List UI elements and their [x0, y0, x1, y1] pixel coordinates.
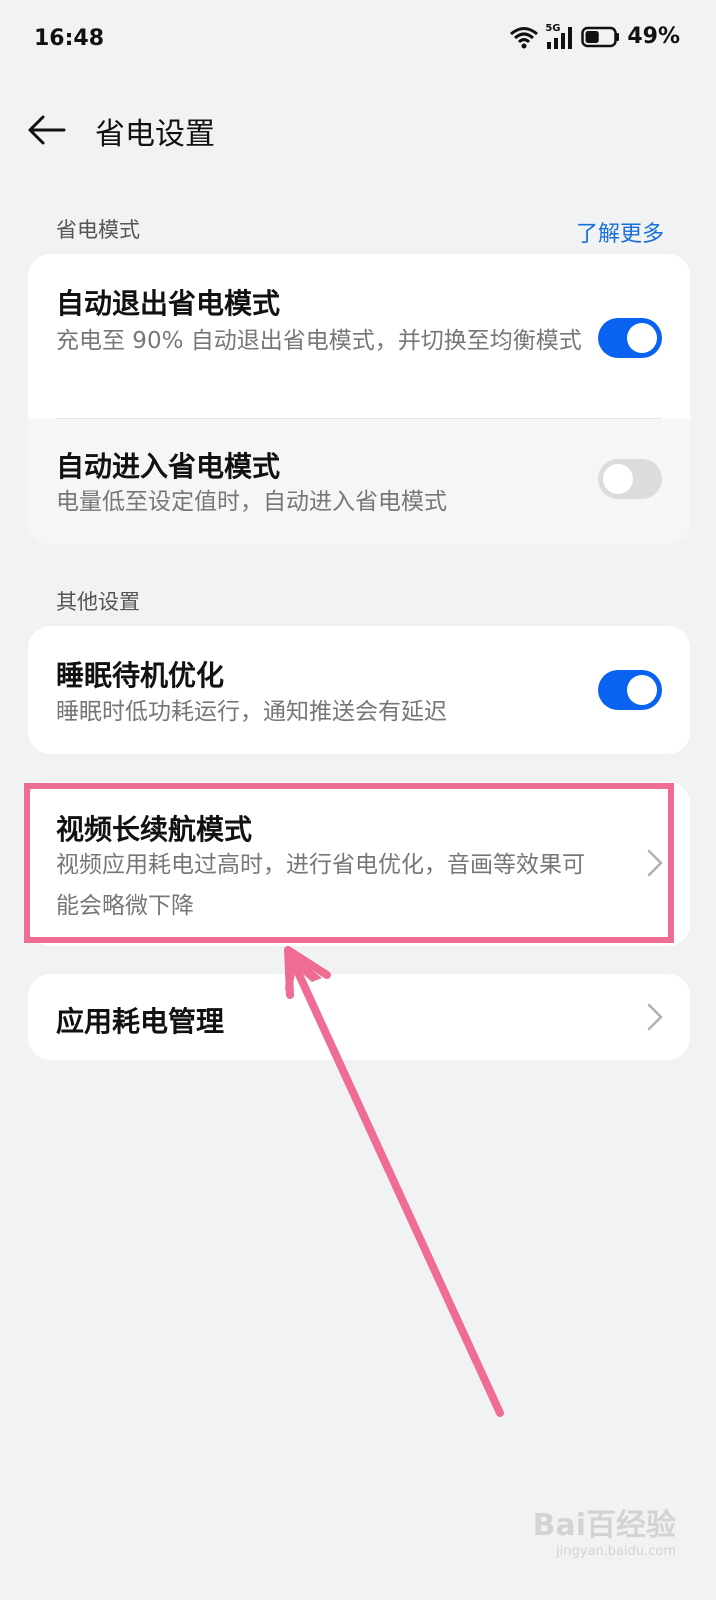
watermark-url: jingyan.baidu.com — [556, 1544, 676, 1559]
app-power-management-row[interactable]: 应用耗电管理 — [28, 974, 690, 1060]
back-arrow-icon[interactable] — [26, 113, 66, 147]
watermark: Bai百经验 jingyan.baidu.com — [533, 1500, 676, 1559]
battery-icon — [581, 26, 620, 47]
signal-icon: 5G — [545, 23, 575, 49]
section-label-other: 其他设置 — [56, 590, 140, 614]
watermark-logo: Bai百经验 — [532, 1508, 676, 1543]
status-time: 16:48 — [34, 26, 105, 51]
learn-more-link[interactable]: 了解更多 — [576, 216, 664, 248]
row-description: 电量低至设定值时，自动进入省电模式 — [56, 489, 447, 515]
app-header: 省电设置 — [0, 95, 716, 165]
highlight-box — [24, 783, 674, 943]
sleep-standby-row[interactable]: 睡眠待机优化 睡眠时低功耗运行，通知推送会有延迟 — [28, 626, 690, 754]
status-bar: 16:48 5G 49% — [0, 0, 716, 80]
section-label-power-mode: 省电模式 — [56, 218, 140, 242]
status-icons: 5G 49% — [509, 23, 680, 49]
row-title: 自动退出省电模式 — [56, 287, 281, 320]
auto-exit-power-saving-row[interactable]: 自动退出省电模式 充电至 90% 自动退出省电模式，并切换至均衡模式 — [28, 254, 690, 417]
toggle-knob — [627, 323, 657, 353]
sleep-standby-card: 睡眠待机优化 睡眠时低功耗运行，通知推送会有延迟 — [28, 626, 690, 754]
power-mode-card: 自动退出省电模式 充电至 90% 自动退出省电模式，并切换至均衡模式 自动进入省… — [28, 254, 690, 544]
auto-enter-power-saving-row[interactable]: 自动进入省电模式 电量低至设定值时，自动进入省电模式 — [28, 419, 690, 544]
app-power-card: 应用耗电管理 — [28, 974, 690, 1060]
row-description: 睡眠时低功耗运行，通知推送会有延迟 — [56, 699, 447, 725]
auto-exit-toggle[interactable] — [598, 318, 662, 358]
row-title: 应用耗电管理 — [56, 1005, 225, 1038]
row-title: 睡眠待机优化 — [56, 659, 225, 692]
battery-percent: 49% — [627, 24, 680, 49]
wifi-icon — [510, 26, 539, 48]
page-title: 省电设置 — [95, 117, 215, 152]
chevron-right-icon — [647, 1003, 663, 1031]
toggle-knob — [603, 464, 633, 494]
row-title: 自动进入省电模式 — [56, 450, 281, 483]
toggle-knob — [627, 675, 657, 705]
auto-enter-toggle[interactable] — [598, 459, 662, 499]
sleep-standby-toggle[interactable] — [598, 670, 662, 710]
row-description: 充电至 90% 自动退出省电模式，并切换至均衡模式 — [56, 328, 582, 354]
